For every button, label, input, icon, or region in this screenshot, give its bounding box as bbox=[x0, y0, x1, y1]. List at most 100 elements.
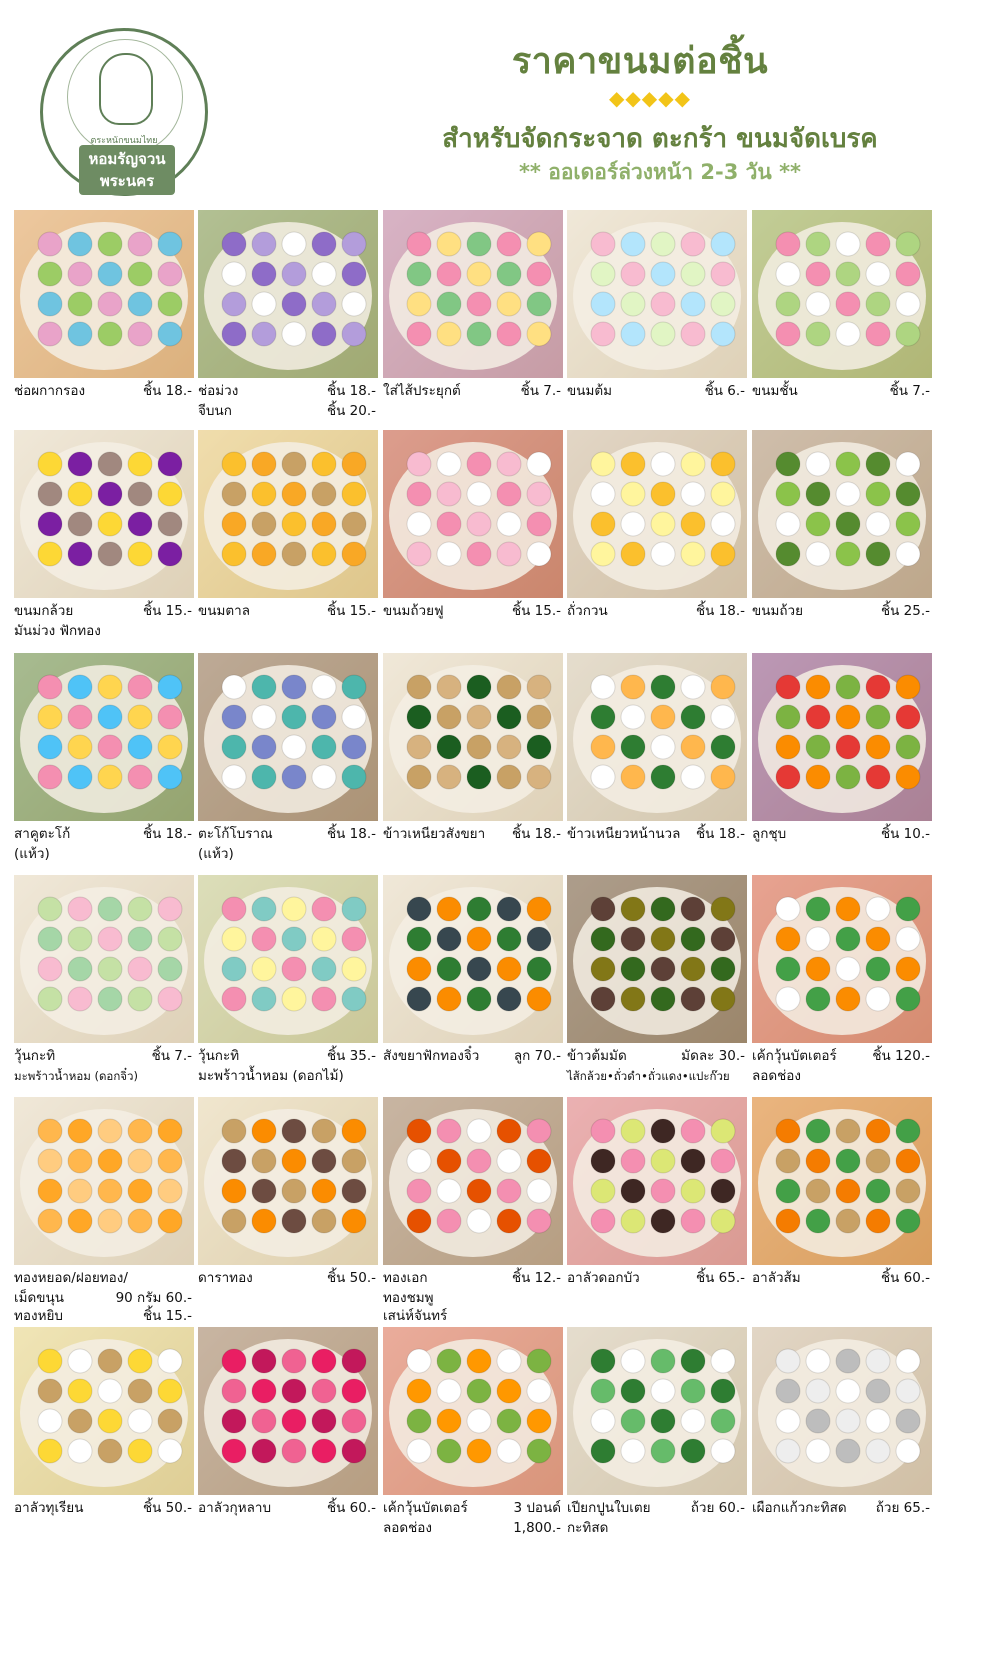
product-price: ชิ้น 65.- bbox=[695, 1270, 745, 1286]
product-price: ถ้วย 60.- bbox=[690, 1500, 745, 1516]
product-photo bbox=[198, 875, 378, 1043]
product-price: ลูก 70.- bbox=[513, 1048, 561, 1064]
product-name: ข้าวต้มมัด bbox=[567, 1048, 627, 1064]
product-photo bbox=[383, 430, 563, 598]
product-name-line2: มันม่วง ฟักทอง bbox=[14, 623, 101, 639]
product-name: สังขยาฟักทองจิ๋ว bbox=[383, 1048, 480, 1064]
product-photo bbox=[14, 1097, 194, 1265]
product-name: ขนมถ้วยฟู bbox=[383, 603, 444, 619]
product-name-line2: ลอดช่อง bbox=[383, 1520, 433, 1536]
product-name: ถั่วกวน bbox=[567, 603, 608, 619]
product-name-line2: กะทิสด bbox=[567, 1520, 609, 1536]
product-name: ขนมกล้วย bbox=[14, 603, 74, 619]
product-price: มัดละ 30.- bbox=[681, 1048, 745, 1064]
product-price-line2: ชิ้น 20.- bbox=[326, 403, 376, 419]
product-name: สาคูตะโก้ bbox=[14, 826, 71, 842]
product-name: วุ้นกะทิ bbox=[198, 1048, 240, 1064]
product-price: ชิ้น 18.- bbox=[695, 826, 745, 842]
product-name-line2: จีบนก bbox=[198, 403, 232, 419]
product-name: ตะโก้โบราณ bbox=[198, 826, 273, 842]
product-name: ขนมชั้น bbox=[752, 383, 798, 399]
product-price: ชิ้น 50.- bbox=[142, 1500, 192, 1516]
product-name: ช่อผกากรอง bbox=[14, 383, 86, 399]
header: ตระหนักขนมไทย หอมรัญจวน พระนคร ราคาขนมต่… bbox=[0, 0, 992, 215]
product-price: ชิ้น 15.- bbox=[511, 603, 561, 619]
product-name-line2: ไส้กล้วย•ถั่วดำ•ถั่วแดง•แปะก๊วย bbox=[567, 1069, 730, 1083]
order-note: ** ออเดอร์ล่วงหน้า 2-3 วัน ** bbox=[518, 160, 802, 184]
product-name: ข้าวเหนียวหน้านวล bbox=[567, 826, 681, 842]
product-name: ขนมถ้วย bbox=[752, 603, 804, 619]
product-photo bbox=[567, 430, 747, 598]
product-photo bbox=[752, 1097, 932, 1265]
product-photo bbox=[752, 1327, 932, 1495]
product-name-line2: เม็ดขนุน bbox=[14, 1290, 64, 1306]
product-price: ชิ้น 7.- bbox=[520, 383, 561, 399]
product-photo bbox=[14, 875, 194, 1043]
product-photo bbox=[752, 875, 932, 1043]
product-name-line3: ทองหยิบ bbox=[14, 1308, 63, 1324]
product-name: ขนมตาล bbox=[198, 603, 250, 619]
product-price: ชิ้น 10.- bbox=[880, 826, 930, 842]
product-name: วุ้นกะทิ bbox=[14, 1048, 56, 1064]
logo-name-line1: หอมรัญจวน bbox=[88, 150, 166, 168]
page-subtitle: สำหรับจัดกระจาด ตะกร้า ขนมจัดเบรค bbox=[442, 124, 878, 154]
product-name: ขนมต้ม bbox=[567, 383, 613, 399]
product-price-line3: ชิ้น 15.- bbox=[142, 1308, 192, 1324]
product-price: ชิ้น 18.- bbox=[511, 826, 561, 842]
product-photo bbox=[567, 653, 747, 821]
product-price: ชิ้น 120.- bbox=[872, 1048, 930, 1064]
product-price-line2: 1,800.- bbox=[513, 1520, 561, 1536]
product-photo bbox=[14, 653, 194, 821]
product-name-line3: เสน่ห์จันทร์ bbox=[383, 1308, 448, 1324]
product-photo bbox=[752, 430, 932, 598]
product-price: ชิ้น 12.- bbox=[511, 1270, 561, 1286]
product-price: 3 ปอนด์ bbox=[513, 1500, 561, 1516]
product-name: อาลัวทุเรียน bbox=[14, 1500, 84, 1516]
product-photo bbox=[567, 875, 747, 1043]
product-name: เผือกแก้วกะทิสด bbox=[752, 1500, 847, 1516]
product-name: ช่อม่วง bbox=[198, 383, 239, 399]
product-price: ชิ้น 60.- bbox=[326, 1500, 376, 1516]
product-photo bbox=[383, 1327, 563, 1495]
product-price: ชิ้น 60.- bbox=[880, 1270, 930, 1286]
product-price: ชิ้น 35.- bbox=[326, 1048, 376, 1064]
product-photo bbox=[14, 1327, 194, 1495]
product-photo bbox=[198, 1327, 378, 1495]
page-title: ราคาขนมต่อชิ้น bbox=[511, 41, 769, 82]
product-name: ลูกชุบ bbox=[752, 826, 787, 842]
product-price: ชิ้น 7.- bbox=[889, 383, 930, 399]
product-name: อาลัวกุหลาบ bbox=[198, 1500, 272, 1516]
product-price: ชิ้น 18.- bbox=[326, 383, 376, 399]
product-name: เค้กวุ้นบัตเตอร์ bbox=[383, 1500, 468, 1516]
product-name-line2: (แห้ว) bbox=[198, 846, 234, 862]
product-price: ชิ้น 7.- bbox=[151, 1048, 192, 1064]
product-price: ชิ้น 50.- bbox=[326, 1270, 376, 1286]
product-price: ชิ้น 25.- bbox=[880, 603, 930, 619]
product-name: ทองหยอด/ฝอยทอง/ bbox=[14, 1270, 128, 1286]
product-photo bbox=[752, 653, 932, 821]
product-price: ถ้วย 65.- bbox=[875, 1500, 930, 1516]
product-photo bbox=[383, 875, 563, 1043]
product-photo bbox=[198, 210, 378, 378]
product-name-line2: ทองชมพู bbox=[383, 1290, 434, 1306]
product-price: ชิ้น 18.- bbox=[142, 383, 192, 399]
product-photo bbox=[14, 430, 194, 598]
product-price: ชิ้น 18.- bbox=[142, 826, 192, 842]
product-photo bbox=[567, 1097, 747, 1265]
product-photo bbox=[752, 210, 932, 378]
product-photo bbox=[567, 1327, 747, 1495]
product-photo bbox=[14, 210, 194, 378]
logo-name-line2: พระนคร bbox=[99, 172, 155, 190]
product-price: ชิ้น 15.- bbox=[326, 603, 376, 619]
diamond-divider: ◆◆◆◆◆ bbox=[609, 86, 691, 110]
product-name: ทองเอก bbox=[383, 1270, 428, 1286]
product-name: เค้กวุ้นบัตเตอร์ bbox=[752, 1048, 837, 1064]
product-photo bbox=[198, 430, 378, 598]
product-name: อาลัวดอกบัว bbox=[567, 1270, 640, 1286]
product-name: เปียกปูนใบเตย bbox=[567, 1500, 651, 1516]
product-name: ใส่ไส้ประยุกต์ bbox=[383, 383, 461, 399]
product-name: ข้าวเหนียวสังขยา bbox=[383, 826, 486, 842]
product-name: อาลัวส้ม bbox=[752, 1270, 801, 1286]
product-name-line2: มะพร้าวน้ำหอม (ดอกไม้) bbox=[198, 1068, 344, 1084]
product-price: ชิ้น 18.- bbox=[326, 826, 376, 842]
